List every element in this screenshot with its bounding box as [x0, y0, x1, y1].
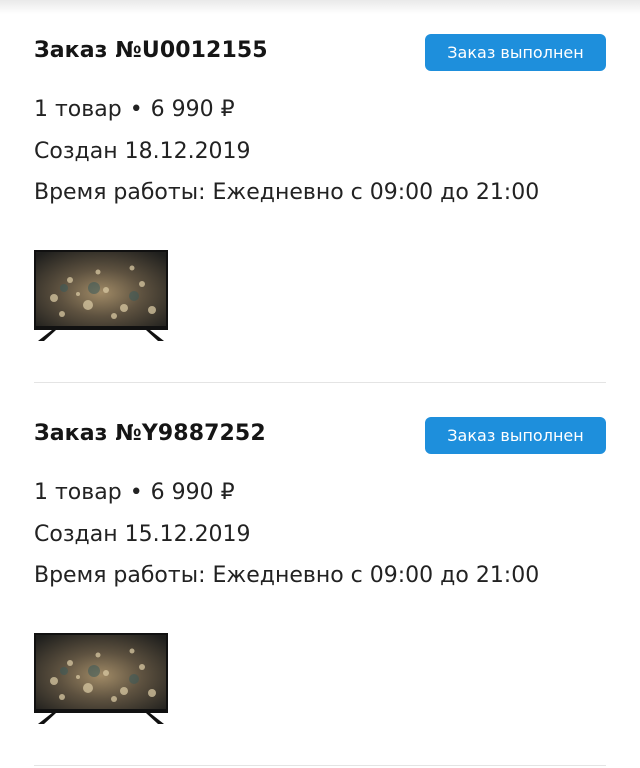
- working-hours: Время работы: Ежедневно с 09:00 до 21:00: [34, 180, 540, 205]
- divider: [34, 765, 606, 766]
- tv-icon[interactable]: [34, 633, 168, 725]
- order-summary: 1 товар • 6 990 ₽: [34, 480, 235, 505]
- separator-dot: •: [129, 97, 143, 122]
- order-title[interactable]: Заказ №Y9887252: [34, 421, 266, 446]
- items-count: 1 товар: [34, 97, 122, 122]
- status-badge: Заказ выполнен: [425, 34, 606, 71]
- order-summary: 1 товар • 6 990 ₽: [34, 97, 235, 122]
- items-count: 1 товар: [34, 480, 122, 505]
- working-hours: Время работы: Ежедневно с 09:00 до 21:00: [34, 563, 540, 588]
- order-card[interactable]: Заказ №Y9887252 Заказ выполнен 1 товар • 6…: [0, 383, 640, 766]
- order-title[interactable]: Заказ №U0012155: [34, 38, 268, 63]
- order-card[interactable]: Заказ №U0012155 Заказ выполнен 1 товар • 6…: [0, 0, 640, 383]
- status-badge: Заказ выполнен: [425, 417, 606, 454]
- orders-list: Заказ №U0012155 Заказ выполнен 1 товар • 6…: [0, 0, 640, 766]
- tv-icon[interactable]: [34, 250, 168, 342]
- separator-dot: •: [129, 480, 143, 505]
- order-price: 6 990 ₽: [150, 480, 235, 505]
- order-price: 6 990 ₽: [150, 97, 235, 122]
- created-date: Создан 15.12.2019: [34, 522, 251, 547]
- created-date: Создан 18.12.2019: [34, 139, 251, 164]
